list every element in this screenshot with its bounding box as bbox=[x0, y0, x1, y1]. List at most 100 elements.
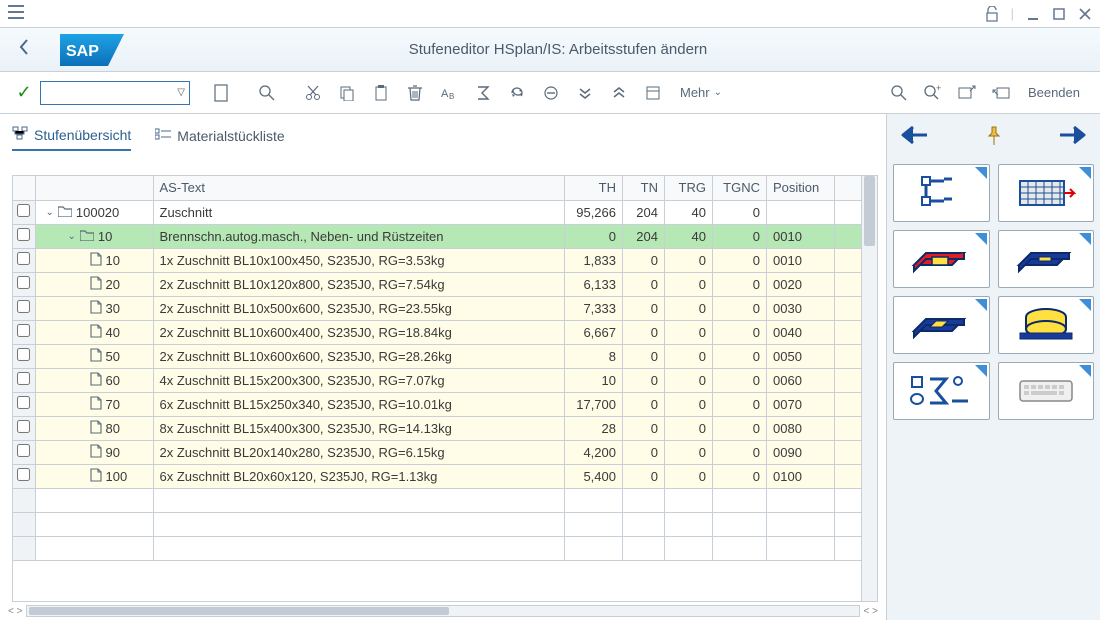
svg-text:+: + bbox=[936, 85, 941, 93]
pin-icon[interactable] bbox=[986, 126, 1002, 151]
new-window-icon[interactable] bbox=[952, 79, 982, 107]
scroll-left-icon[interactable]: < > bbox=[8, 606, 22, 617]
table-row[interactable]: ⌄100020Zuschnitt95,266204400 bbox=[13, 200, 877, 224]
cut-icon[interactable] bbox=[298, 79, 328, 107]
text-icon[interactable]: AB bbox=[434, 79, 464, 107]
node-id: 100020 bbox=[76, 205, 119, 220]
cell-pos: 0060 bbox=[767, 368, 835, 392]
tool-grid-view[interactable] bbox=[998, 164, 1095, 222]
cell-th: 17,700 bbox=[565, 392, 623, 416]
row-checkbox[interactable] bbox=[17, 324, 30, 337]
row-checkbox[interactable] bbox=[17, 468, 30, 481]
menu-icon[interactable] bbox=[8, 5, 24, 22]
table-row[interactable]: 902x Zuschnitt BL20x140x280, S235J0, RG=… bbox=[13, 440, 877, 464]
table-row[interactable]: 604x Zuschnitt BL15x200x300, S235J0, RG=… bbox=[13, 368, 877, 392]
col-tgnc[interactable]: TGNC bbox=[713, 176, 767, 200]
table-row[interactable]: 302x Zuschnitt BL10x500x600, S235J0, RG=… bbox=[13, 296, 877, 320]
collapse-icon[interactable] bbox=[536, 79, 566, 107]
sum-icon[interactable] bbox=[468, 79, 498, 107]
document-icon bbox=[90, 324, 102, 341]
cell-pos: 0090 bbox=[767, 440, 835, 464]
chevron-down-icon[interactable]: ⌄ bbox=[68, 231, 76, 242]
close-icon[interactable] bbox=[1078, 7, 1092, 21]
node-id: 10 bbox=[106, 253, 120, 268]
table-row[interactable]: 1006x Zuschnitt BL20x60x120, S235J0, RG=… bbox=[13, 464, 877, 488]
col-th[interactable]: TH bbox=[565, 176, 623, 200]
cell-tgnc: 0 bbox=[713, 320, 767, 344]
vertical-scrollbar[interactable] bbox=[861, 176, 877, 601]
tool-blue-block[interactable] bbox=[998, 230, 1095, 288]
more-menu[interactable]: Mehr⌄ bbox=[672, 85, 730, 100]
tool-red-block[interactable] bbox=[893, 230, 990, 288]
row-checkbox[interactable] bbox=[17, 444, 30, 457]
nav-next-icon[interactable] bbox=[1058, 124, 1086, 152]
refresh-icon[interactable] bbox=[502, 79, 532, 107]
table-row[interactable]: 101x Zuschnitt BL10x100x450, S235J0, RG=… bbox=[13, 248, 877, 272]
document-icon bbox=[90, 252, 102, 269]
command-combo[interactable]: ▽ bbox=[40, 81, 190, 105]
row-checkbox[interactable] bbox=[17, 420, 30, 433]
table-row[interactable]: 402x Zuschnitt BL10x600x400, S235J0, RG=… bbox=[13, 320, 877, 344]
table-row[interactable]: ⌄10Brennschn.autog.masch., Neben- und Rü… bbox=[13, 224, 877, 248]
expand-down-icon[interactable] bbox=[570, 79, 600, 107]
delete-icon[interactable] bbox=[400, 79, 430, 107]
horizontal-scrollbar[interactable] bbox=[26, 605, 859, 617]
row-checkbox[interactable] bbox=[17, 252, 30, 265]
exit-button[interactable]: Beenden bbox=[1020, 85, 1088, 100]
col-astext[interactable]: AS-Text bbox=[153, 176, 565, 200]
accept-icon[interactable]: ✓ bbox=[12, 82, 36, 103]
cell-tgnc: 0 bbox=[713, 272, 767, 296]
document-icon bbox=[90, 276, 102, 293]
lock-icon[interactable] bbox=[985, 6, 999, 22]
cell-th: 6,133 bbox=[565, 272, 623, 296]
node-id: 70 bbox=[106, 397, 120, 412]
search-plus-icon[interactable]: + bbox=[918, 79, 948, 107]
copy-icon[interactable] bbox=[332, 79, 362, 107]
document-icon bbox=[90, 300, 102, 317]
nav-prev-icon[interactable] bbox=[901, 124, 929, 152]
row-checkbox[interactable] bbox=[17, 300, 30, 313]
row-checkbox[interactable] bbox=[17, 396, 30, 409]
zoom-icon[interactable] bbox=[252, 79, 282, 107]
row-checkbox[interactable] bbox=[17, 276, 30, 289]
chevron-down-icon[interactable]: ⌄ bbox=[46, 207, 54, 218]
cell-text: 6x Zuschnitt BL20x60x120, S235J0, RG=1.1… bbox=[153, 464, 565, 488]
minimize-icon[interactable] bbox=[1026, 7, 1040, 21]
page-icon[interactable] bbox=[206, 79, 236, 107]
tool-keyboard[interactable] bbox=[998, 362, 1095, 420]
table-row[interactable]: 808x Zuschnitt BL15x400x300, S235J0, RG=… bbox=[13, 416, 877, 440]
cell-th: 1,833 bbox=[565, 248, 623, 272]
collapse-up-icon[interactable] bbox=[604, 79, 634, 107]
tab-overview[interactable]: Stufenübersicht bbox=[12, 126, 131, 151]
tool-blue-slot[interactable] bbox=[893, 296, 990, 354]
col-tn[interactable]: TN bbox=[623, 176, 665, 200]
row-checkbox[interactable] bbox=[17, 204, 30, 217]
cell-tn: 204 bbox=[623, 200, 665, 224]
col-tree[interactable] bbox=[35, 176, 153, 200]
table-row[interactable]: 202x Zuschnitt BL10x120x800, S235J0, RG=… bbox=[13, 272, 877, 296]
row-checkbox[interactable] bbox=[17, 372, 30, 385]
exit-window-icon[interactable] bbox=[986, 79, 1016, 107]
scroll-right-icon[interactable]: < > bbox=[864, 606, 878, 617]
tool-tree[interactable] bbox=[893, 164, 990, 222]
search-icon[interactable] bbox=[884, 79, 914, 107]
col-select[interactable] bbox=[13, 176, 35, 200]
row-checkbox[interactable] bbox=[17, 228, 30, 241]
maximize-icon[interactable] bbox=[1052, 7, 1066, 21]
tool-sigma[interactable] bbox=[893, 362, 990, 420]
cell-th: 0 bbox=[565, 224, 623, 248]
col-position[interactable]: Position bbox=[767, 176, 835, 200]
back-button[interactable] bbox=[12, 38, 36, 61]
table-row-empty bbox=[13, 488, 877, 512]
layout-icon[interactable] bbox=[638, 79, 668, 107]
col-trg[interactable]: TRG bbox=[665, 176, 713, 200]
cell-trg: 0 bbox=[665, 368, 713, 392]
cell-trg: 40 bbox=[665, 200, 713, 224]
cell-text: Brennschn.autog.masch., Neben- und Rüstz… bbox=[153, 224, 565, 248]
row-checkbox[interactable] bbox=[17, 348, 30, 361]
tab-bom[interactable]: Materialstückliste bbox=[155, 126, 284, 151]
table-row[interactable]: 706x Zuschnitt BL15x250x340, S235J0, RG=… bbox=[13, 392, 877, 416]
table-row[interactable]: 502x Zuschnitt BL10x600x600, S235J0, RG=… bbox=[13, 344, 877, 368]
tool-cylinder[interactable] bbox=[998, 296, 1095, 354]
paste-icon[interactable] bbox=[366, 79, 396, 107]
